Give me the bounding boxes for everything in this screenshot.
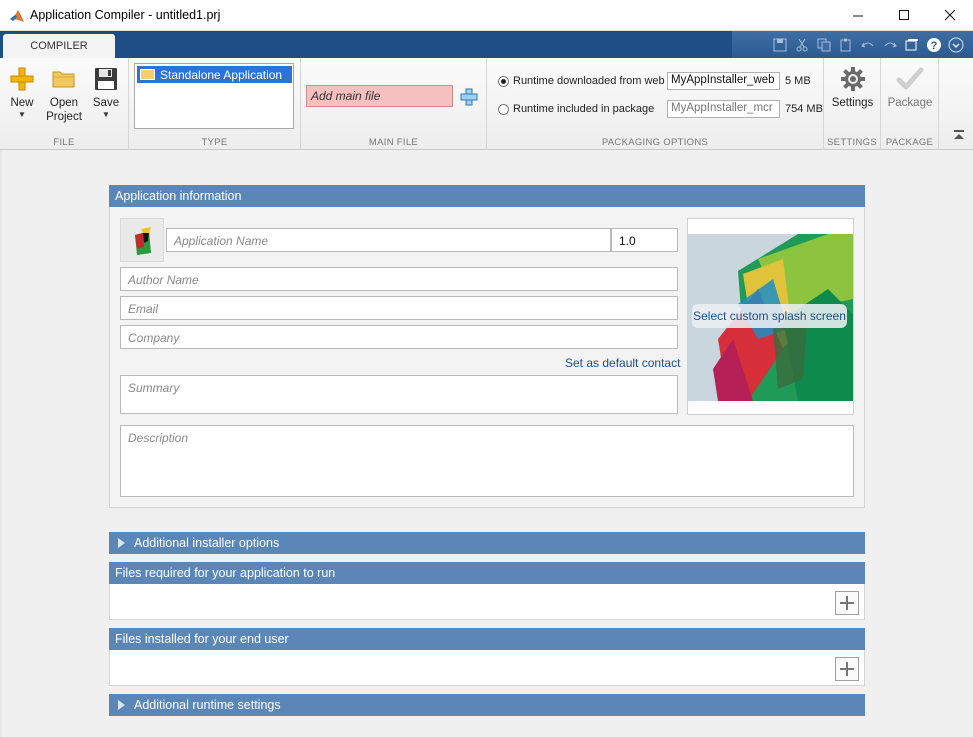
toolstrip-ribbon: New ▼ Open Project Save ▼ FILE TYPE Stan… [0,58,973,150]
file-section: New ▼ Open Project Save ▼ FILE [0,58,129,150]
settings-button-label: Settings [831,97,874,109]
main-file-field[interactable]: Add main file [306,85,453,107]
runtime-web-radio[interactable] [498,76,509,87]
files-required-list [109,584,865,620]
additional-installer-options-title: Additional installer options [134,536,280,550]
package-button[interactable]: Package [887,62,933,110]
additional-runtime-settings-title: Additional runtime settings [134,698,281,712]
collapse-toolstrip-icon[interactable] [953,130,965,140]
paste-icon[interactable] [837,36,855,54]
summary-textarea[interactable]: Summary [120,375,678,414]
open-label-line2: Project [46,111,82,123]
open-label-line1: Open [49,97,79,109]
package-button-label: Package [887,97,933,109]
gear-icon [840,67,865,91]
open-project-button[interactable]: Open Project [44,62,84,124]
new-button-label: New [10,97,34,109]
email-input[interactable]: Email [120,296,678,320]
tab-compiler[interactable]: COMPILER [3,34,115,58]
add-main-file-plus-icon[interactable] [459,87,479,107]
maximize-button[interactable] [881,0,927,31]
svg-text:?: ? [931,40,938,52]
settings-section-label: SETTINGS [827,137,877,148]
runtime-web-label: Runtime downloaded from web [513,75,665,87]
help-icon[interactable]: ? [925,36,943,54]
new-button[interactable]: New ▼ [8,62,36,120]
runtime-web-installer-name-input[interactable]: MyAppInstaller_web [667,72,780,90]
runtime-package-radio[interactable] [498,104,509,115]
minimize-button[interactable] [835,0,881,31]
floppy-disk-icon [95,68,117,90]
select-custom-splash-screen-button[interactable]: Select custom splash screen [692,304,847,328]
packaging-section-label: PACKAGING OPTIONS [601,137,709,148]
package-section: Package PACKAGE [881,58,939,150]
files-installed-header: Files installed for your end user [109,628,865,650]
title-bar: Application Compiler - untitled1.prj [0,0,973,31]
maximize-icon [898,10,909,20]
window-layout-icon[interactable] [903,36,921,54]
application-window-icon [140,69,155,80]
runtime-package-installer-name-input[interactable]: MyAppInstaller_mcr [667,100,780,118]
files-required-header: Files required for your application to r… [109,562,865,584]
company-input[interactable]: Company [120,325,678,349]
expand-icon[interactable] [947,36,965,54]
checkmark-icon [896,67,924,90]
copy-icon[interactable] [815,36,833,54]
window-title: Application Compiler - untitled1.prj [30,8,221,22]
package-section-label: PACKAGE [885,137,934,148]
file-section-label: FILE [53,137,75,148]
application-type-list[interactable]: Standalone Application [134,63,294,129]
type-list-item-standalone[interactable]: Standalone Application [137,66,292,83]
runtime-package-size: 754 MB [785,103,823,115]
runtime-package-label: Runtime included in package [513,103,655,115]
expand-triangle-icon [118,538,125,548]
set-default-contact-link[interactable]: Set as default contact [565,356,680,370]
type-section-label: TYPE [201,137,228,148]
settings-button[interactable]: Settings [832,62,873,110]
save-button-label: Save [92,97,120,109]
files-installed-list [109,650,865,686]
quick-access-toolbar: ? [732,31,973,58]
description-textarea[interactable]: Description [120,425,854,497]
additional-runtime-settings-header[interactable]: Additional runtime settings [109,694,865,716]
redo-icon[interactable] [881,36,899,54]
add-installed-file-button[interactable] [835,657,859,681]
save-button[interactable]: Save ▼ [90,62,122,120]
cut-icon[interactable] [793,36,811,54]
save-dropdown-caret-icon: ▼ [102,110,110,119]
version-input[interactable]: 1.0 [611,228,678,252]
application-icon-button[interactable] [120,218,164,262]
author-name-input[interactable]: Author Name [120,267,678,291]
matlab-logo-icon [10,10,24,22]
application-logo-icon [135,227,151,255]
settings-section: Settings SETTINGS [824,58,881,150]
application-information-header: Application information [109,185,865,207]
main-file-section-label: MAIN FILE [368,137,419,148]
save-icon[interactable] [771,36,789,54]
new-plus-icon [10,67,34,91]
minimize-icon [852,15,863,17]
application-information-title: Application information [115,189,242,203]
close-button[interactable] [927,0,973,31]
left-border [0,150,2,737]
folder-icon [52,71,75,88]
application-name-input[interactable]: Application Name [166,228,611,252]
undo-icon[interactable] [859,36,877,54]
type-list-item-label: Standalone Application [160,67,283,82]
expand-triangle-icon [118,700,125,710]
runtime-web-size: 5 MB [785,75,811,87]
plus-icon [840,596,854,610]
new-dropdown-caret-icon: ▼ [18,110,26,119]
plus-icon [840,662,854,676]
additional-installer-options-header[interactable]: Additional installer options [109,532,865,554]
files-installed-title: Files installed for your end user [115,632,289,646]
add-required-file-button[interactable] [835,591,859,615]
close-icon [944,10,955,21]
files-required-title: Files required for your application to r… [115,566,336,580]
